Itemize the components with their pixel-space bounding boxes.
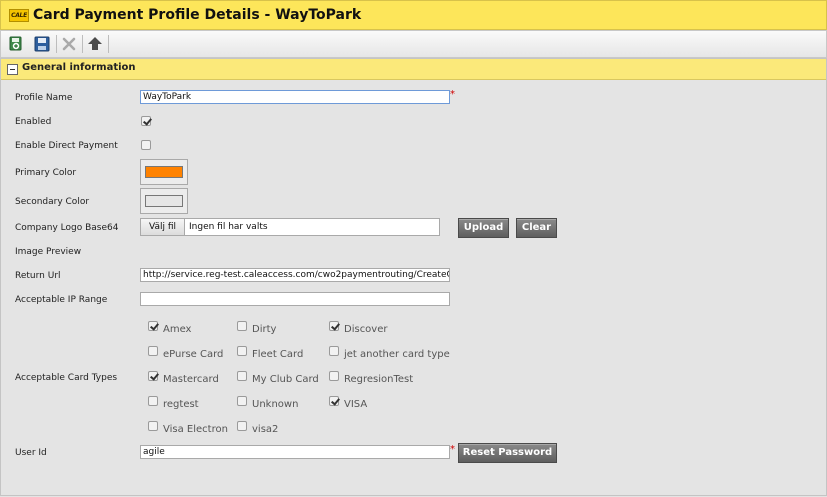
- required-marker: *: [450, 89, 455, 100]
- card-type-checkbox[interactable]: [148, 346, 158, 356]
- card-type-checkbox[interactable]: [237, 346, 247, 356]
- card-type-checkbox[interactable]: [329, 396, 339, 406]
- card-type-label: Fleet Card: [252, 349, 304, 360]
- save-new-icon[interactable]: [7, 35, 25, 53]
- card-type-label: Unknown: [252, 399, 299, 410]
- window-title: Card Payment Profile Details - WayToPark: [33, 7, 362, 23]
- enable-direct-payment-label: Enable Direct Payment: [15, 141, 118, 151]
- primary-color-label: Primary Color: [15, 168, 77, 178]
- enabled-checkbox[interactable]: [141, 116, 151, 126]
- primary-color-picker[interactable]: [140, 159, 188, 185]
- company-logo-label: Company Logo Base64: [15, 223, 119, 233]
- card-type-label: regtest: [163, 399, 199, 410]
- card-type-label: Discover: [344, 324, 388, 335]
- toolbar-separator: [82, 35, 83, 53]
- primary-color-swatch: [145, 166, 183, 178]
- profile-name-input[interactable]: WayToPark: [140, 90, 450, 104]
- card-type-label: jet another card type: [344, 349, 450, 360]
- acceptable-ip-range-label: Acceptable IP Range: [15, 295, 108, 305]
- collapse-icon[interactable]: [7, 64, 18, 75]
- return-url-input[interactable]: http://service.reg-test.caleaccess.com/c…: [140, 268, 450, 282]
- file-status-text: Ingen fil har valts: [189, 222, 268, 232]
- card-type-checkbox[interactable]: [329, 321, 339, 331]
- user-id-label: User Id: [15, 448, 47, 458]
- card-type-checkbox[interactable]: [237, 321, 247, 331]
- card-type-label: My Club Card: [252, 374, 319, 385]
- choose-file-button[interactable]: Välj fil: [141, 219, 185, 235]
- card-type-label: visa2: [252, 424, 279, 435]
- card-type-label: VISA: [344, 399, 368, 410]
- secondary-color-picker[interactable]: [140, 188, 188, 214]
- save-icon[interactable]: [33, 35, 51, 53]
- title-bar: CALE Card Payment Profile Details - WayT…: [0, 0, 827, 30]
- clear-button[interactable]: Clear: [516, 218, 557, 238]
- toolbar-separator: [56, 35, 57, 53]
- required-marker: *: [450, 444, 455, 455]
- card-type-label: ePurse Card: [163, 349, 224, 360]
- card-type-checkbox[interactable]: [148, 396, 158, 406]
- secondary-color-label: Secondary Color: [15, 197, 90, 207]
- card-type-label: RegresionTest: [344, 374, 414, 385]
- card-type-checkbox[interactable]: [148, 421, 158, 431]
- reset-password-button[interactable]: Reset Password: [458, 443, 557, 463]
- enabled-label: Enabled: [15, 117, 52, 127]
- return-url-label: Return Url: [15, 271, 61, 281]
- card-type-checkbox[interactable]: [329, 346, 339, 356]
- acceptable-ip-range-input[interactable]: [140, 292, 450, 306]
- image-preview-label: Image Preview: [15, 247, 82, 257]
- section-header[interactable]: General information: [1, 59, 826, 80]
- toolbar: [0, 30, 827, 58]
- card-type-label: Mastercard: [163, 374, 219, 385]
- toolbar-separator: [108, 35, 109, 53]
- section-title: General information: [22, 62, 136, 73]
- user-id-input[interactable]: agile: [140, 445, 450, 459]
- card-type-checkbox[interactable]: [237, 421, 247, 431]
- cale-logo: CALE: [9, 9, 29, 22]
- card-type-checkbox[interactable]: [237, 371, 247, 381]
- card-type-checkbox[interactable]: [148, 371, 158, 381]
- company-logo-file-input[interactable]: Välj fil Ingen fil har valts: [140, 218, 440, 236]
- card-type-checkbox[interactable]: [148, 321, 158, 331]
- card-type-checkbox[interactable]: [329, 371, 339, 381]
- upload-button[interactable]: Upload: [458, 218, 509, 238]
- card-type-label: Amex: [163, 324, 192, 335]
- acceptable-card-types-label: Acceptable Card Types: [15, 373, 118, 383]
- secondary-color-swatch: [145, 195, 183, 207]
- card-type-label: Visa Electron: [163, 424, 228, 435]
- back-arrow-icon[interactable]: [86, 35, 104, 53]
- enable-direct-payment-checkbox[interactable]: [141, 140, 151, 150]
- profile-name-label: Profile Name: [15, 93, 73, 103]
- delete-icon[interactable]: [60, 35, 78, 53]
- card-type-checkbox[interactable]: [237, 396, 247, 406]
- card-type-label: Dirty: [252, 324, 277, 335]
